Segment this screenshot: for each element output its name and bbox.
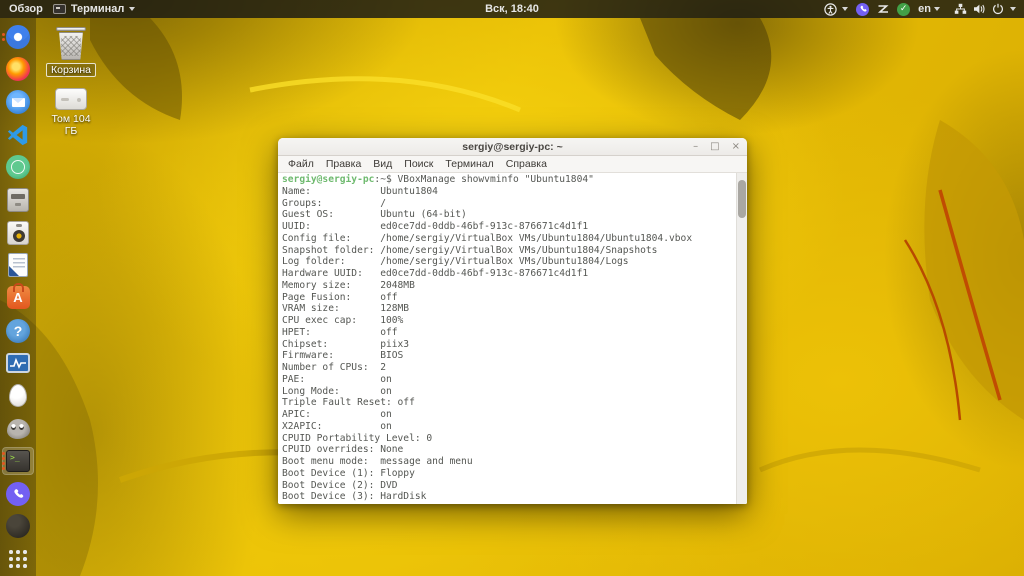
firefox-icon [6,57,30,82]
menu-bar: Файл Правка Вид Поиск Терминал Справка [278,156,747,173]
power-icon [993,3,1003,15]
terminal-glyph: >_ [10,453,20,463]
volume-icon [974,4,985,14]
command-output: Name: Ubuntu1804 Groups: / Guest OS: Ubu… [282,185,693,503]
software-glyph: A [13,290,23,306]
dock-item-file-cabinet[interactable] [2,186,34,214]
top-bar: Обзор Терминал Вск, 18:40 ✓ en [0,0,1024,18]
dock-item-terminal[interactable]: >_ [2,447,34,475]
trash-label: Корзина [46,63,96,77]
dock-item-dark-app[interactable] [2,513,34,541]
terminal-app-icon [52,4,66,14]
minimize-button[interactable]: – [693,142,698,152]
app-menu[interactable]: Терминал [52,3,136,15]
maximize-button[interactable]: □ [710,142,719,152]
help-icon: ? [6,318,30,343]
ubuntu-software-icon: A [6,283,30,310]
network-wired-icon [954,3,967,14]
terminal-icon: >_ [6,450,30,473]
chevron-down-icon [934,7,940,11]
trash-icon [56,27,86,60]
dock-item-viber[interactable] [2,480,34,508]
dock: A ? >_ [0,18,36,576]
window-title: sergiy@sergiy-pc: ~ [462,140,563,153]
zigzag-status-icon[interactable] [877,3,889,15]
help-glyph: ? [13,322,23,339]
close-button[interactable]: × [732,142,740,152]
chevron-down-icon [1010,7,1016,11]
activities-label: Обзор [9,3,43,15]
app-menu-label: Терминал [70,3,125,15]
dock-item-libreoffice-writer[interactable] [2,251,34,279]
running-indicator [2,452,5,471]
desktop-icon-trash[interactable]: Корзина [33,27,109,77]
egg-icon [9,384,27,408]
clock[interactable]: Вск, 18:40 [485,0,539,18]
accessibility-icon [824,2,837,16]
terminal-window: sergiy@sergiy-pc: ~ – □ × Файл Правка Ви… [278,138,747,504]
gimp-icon [6,418,30,439]
check-glyph: ✓ [899,4,908,14]
apps-grid-icon [9,550,27,568]
activities-button[interactable]: Обзор [9,3,43,15]
menu-terminal[interactable]: Терминал [439,158,499,170]
terminal-content[interactable]: sergiy@sergiy-pc:~$ VBoxManage showvminf… [278,173,747,504]
volume-label: Том 104 ГБ [51,113,91,137]
prompt-suffix: :~$ [374,174,398,185]
show-applications-button[interactable] [2,545,34,573]
title-bar[interactable]: sergiy@sergiy-pc: ~ – □ × [278,138,747,156]
keyboard-layout-menu[interactable]: en [918,3,940,15]
chromium-icon [6,24,30,49]
audio-player-icon [7,220,29,245]
menu-search[interactable]: Поиск [398,158,439,170]
chevron-down-icon [842,7,849,11]
desktop-icon-volume[interactable]: Том 104 ГБ [33,88,109,137]
clock-label: Вск, 18:40 [485,3,539,15]
system-menu[interactable] [954,3,1016,15]
drive-icon [55,88,87,110]
thunderbird-icon [6,90,30,115]
menu-help[interactable]: Справка [500,158,553,170]
dock-item-system-monitor[interactable] [2,349,34,377]
system-monitor-icon [6,353,30,374]
libreoffice-writer-icon [8,253,28,278]
dock-item-chromium[interactable] [2,23,34,51]
dock-item-egg-app[interactable] [2,382,34,410]
file-cabinet-icon [7,188,29,213]
green-app-icon [6,155,30,180]
menu-view[interactable]: Вид [367,158,398,170]
scrollbar-thumb[interactable] [737,180,746,218]
dark-app-icon [6,514,30,539]
desktop: Обзор Терминал Вск, 18:40 ✓ en A ? >_ Ко… [0,0,1024,576]
scrollbar[interactable] [736,173,747,504]
accessibility-menu[interactable] [824,2,849,16]
running-indicator [2,32,5,41]
dock-item-green-app[interactable] [2,154,34,182]
menu-file[interactable]: Файл [282,158,320,170]
dock-item-vscode[interactable] [2,121,34,149]
dock-item-gimp[interactable] [2,415,34,443]
terminal-text: sergiy@sergiy-pc:~$ VBoxManage showvminf… [282,174,734,504]
viber-tray-icon[interactable] [856,2,870,16]
dock-item-audio-player[interactable] [2,219,34,247]
vscode-icon [7,124,28,145]
dock-item-ubuntu-software[interactable]: A [2,283,34,312]
chevron-down-icon [129,7,136,11]
dock-item-thunderbird[interactable] [2,88,34,116]
dock-item-firefox[interactable] [2,56,34,84]
updates-ok-icon[interactable]: ✓ [897,2,911,16]
viber-icon [6,481,30,506]
keyboard-layout-label: en [918,3,931,15]
command-text: VBoxManage showvminfo "Ubuntu1804" [397,174,594,185]
phone-icon [860,5,867,12]
menu-edit[interactable]: Правка [320,158,367,170]
prompt-user: sergiy@sergiy-pc [282,174,375,185]
dock-item-help[interactable]: ? [2,317,34,345]
